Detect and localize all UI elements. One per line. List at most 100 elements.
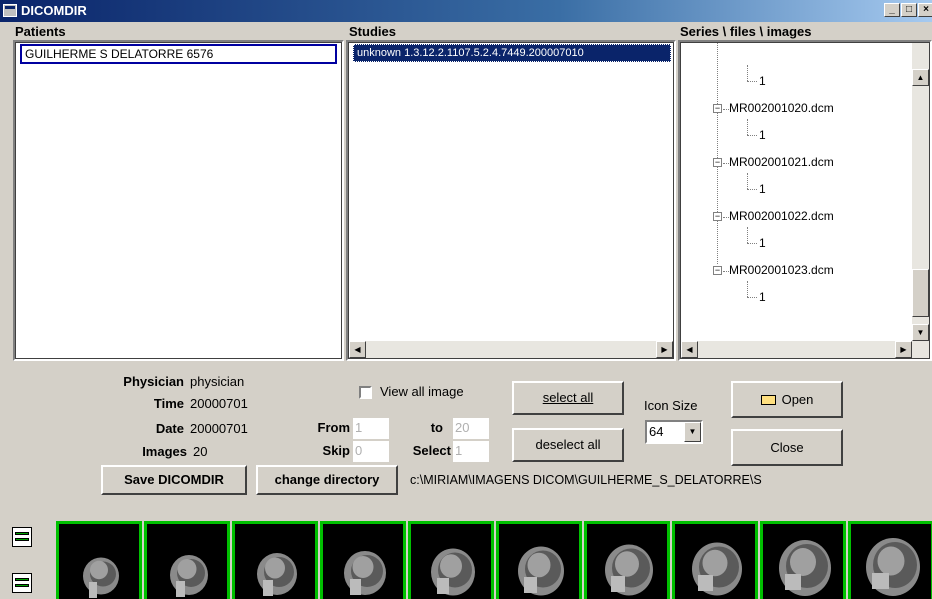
- scroll-left-button[interactable]: ◀: [349, 341, 366, 358]
- skip-label: Skip: [322, 443, 350, 458]
- grid-view-icon[interactable]: [12, 573, 32, 593]
- collapse-icon[interactable]: −: [713, 104, 722, 113]
- image-thumbnail[interactable]: [56, 521, 142, 599]
- tree-connector: [747, 173, 748, 189]
- skip-input[interactable]: 0: [353, 441, 389, 462]
- mri-slice-image: [779, 540, 831, 596]
- tree-connector: [747, 189, 757, 190]
- images-value: 20: [193, 444, 208, 459]
- tree-image-item[interactable]: 1: [759, 290, 766, 304]
- directory-path: c:\MIRIAM\IMAGENS DICOM\GUILHERME_S_DELA…: [410, 473, 762, 487]
- image-thumbnail[interactable]: [496, 521, 582, 599]
- series-vscrollbar[interactable]: ▲ ▼: [912, 43, 929, 341]
- tree-file-item[interactable]: MR002001023.dcm: [729, 263, 834, 277]
- chevron-down-icon[interactable]: ▼: [684, 422, 701, 442]
- physician-label: Physician: [123, 374, 184, 389]
- vscroll-thumb[interactable]: [912, 269, 929, 317]
- mri-slice-image: [866, 538, 920, 596]
- tree-connector: [747, 243, 757, 244]
- tree-file-item[interactable]: MR002001022.dcm: [729, 209, 834, 223]
- close-window-button[interactable]: ×: [918, 3, 932, 17]
- collapse-icon[interactable]: −: [713, 158, 722, 167]
- open-button[interactable]: Open: [731, 381, 843, 418]
- series-hscrollbar[interactable]: ◀ ▶: [681, 341, 929, 358]
- scroll-right-button[interactable]: ▶: [656, 341, 673, 358]
- mri-slice-image: [692, 542, 742, 596]
- tree-file-item[interactable]: MR002001020.dcm: [729, 101, 834, 115]
- tree-image-item[interactable]: 1: [759, 182, 766, 196]
- image-thumbnail[interactable]: [232, 521, 318, 599]
- images-label: Images: [142, 444, 187, 459]
- image-thumbnail[interactable]: [584, 521, 670, 599]
- mri-slice-image: [344, 551, 386, 595]
- tree-connector: [747, 119, 748, 135]
- from-label: From: [317, 420, 351, 435]
- tree-connector: [747, 65, 748, 81]
- view-all-label: View all image: [380, 384, 464, 399]
- image-thumbnail[interactable]: [760, 521, 846, 599]
- folder-open-icon: [760, 395, 776, 405]
- time-label: Time: [153, 396, 184, 411]
- image-thumbnail[interactable]: [144, 521, 230, 599]
- list-view-icon[interactable]: [12, 527, 32, 547]
- save-dicomdir-button[interactable]: Save DICOMDIR: [101, 465, 247, 495]
- study-row[interactable]: unknown 1.3.12.2.1107.5.2.4.7449.2000070…: [353, 44, 671, 62]
- tree-connector: [747, 81, 757, 82]
- tree-image-item[interactable]: 1: [759, 74, 766, 88]
- view-all-checkbox[interactable]: [359, 386, 372, 399]
- tree-connector: [717, 43, 718, 264]
- patients-header: Patients: [15, 24, 66, 39]
- image-thumbnail[interactable]: [672, 521, 758, 599]
- patient-row[interactable]: GUILHERME S DELATORRE 6576: [20, 44, 337, 64]
- mri-slice-image: [170, 555, 208, 597]
- tree-image-item[interactable]: 1: [759, 128, 766, 142]
- maximize-button[interactable]: □: [901, 3, 917, 17]
- studies-header: Studies: [349, 24, 396, 39]
- app-icon: [3, 4, 17, 17]
- studies-list[interactable]: unknown 1.3.12.2.1107.5.2.4.7449.2000070…: [346, 40, 676, 361]
- scroll-right-button[interactable]: ▶: [895, 341, 912, 358]
- physician-value: physician: [190, 374, 245, 389]
- select-label: Select: [412, 443, 451, 458]
- select-all-button[interactable]: select all: [512, 381, 624, 415]
- date-label: Date: [155, 421, 184, 436]
- mri-slice-image: [518, 546, 564, 596]
- open-label: Open: [781, 392, 814, 407]
- tree-image-item[interactable]: 1: [759, 236, 766, 250]
- image-thumbnail[interactable]: [320, 521, 406, 599]
- studies-hscrollbar[interactable]: ◀ ▶: [349, 341, 673, 358]
- scroll-up-button[interactable]: ▲: [912, 69, 929, 86]
- close-button[interactable]: Close: [731, 429, 843, 466]
- collapse-icon[interactable]: −: [713, 212, 722, 221]
- time-value: 20000701: [190, 396, 248, 411]
- icon-size-label: Icon Size: [644, 398, 698, 413]
- scroll-down-button[interactable]: ▼: [912, 324, 929, 341]
- select-input[interactable]: 1: [453, 441, 489, 462]
- image-thumbnail[interactable]: [848, 521, 932, 599]
- tree-connector: [747, 297, 757, 298]
- image-thumbnail[interactable]: [408, 521, 494, 599]
- mri-slice-image: [431, 548, 475, 596]
- tree-file-item[interactable]: MR002001021.dcm: [729, 155, 834, 169]
- mri-slice-image: [83, 557, 119, 598]
- icon-size-select[interactable]: 64 ▼: [645, 420, 703, 444]
- deselect-all-button[interactable]: deselect all: [512, 428, 624, 462]
- tree-connector: [747, 135, 757, 136]
- date-value: 20000701: [190, 421, 248, 436]
- icon-size-value: 64: [649, 424, 664, 439]
- from-input[interactable]: 1: [353, 418, 389, 439]
- mri-slice-image: [257, 553, 297, 596]
- to-input[interactable]: 20: [453, 418, 489, 439]
- patients-list[interactable]: GUILHERME S DELATORRE 6576: [13, 40, 344, 361]
- dicomdir-window: DICOMDIR _ □ × Patients Studies Series \…: [0, 0, 932, 599]
- collapse-icon[interactable]: −: [713, 266, 722, 275]
- mri-slice-image: [605, 544, 653, 596]
- title-bar[interactable]: DICOMDIR _ □ ×: [0, 0, 932, 22]
- window-title: DICOMDIR: [21, 3, 87, 18]
- change-directory-button[interactable]: change directory: [256, 465, 398, 495]
- tree-connector: [747, 281, 748, 297]
- series-tree[interactable]: ▲ ▼ ◀ ▶ 1− MR002001020.dcm 1− MR002001021.d…: [678, 40, 932, 361]
- minimize-button[interactable]: _: [884, 3, 900, 17]
- select-all-label: select all: [542, 390, 594, 405]
- scroll-left-button[interactable]: ◀: [681, 341, 698, 358]
